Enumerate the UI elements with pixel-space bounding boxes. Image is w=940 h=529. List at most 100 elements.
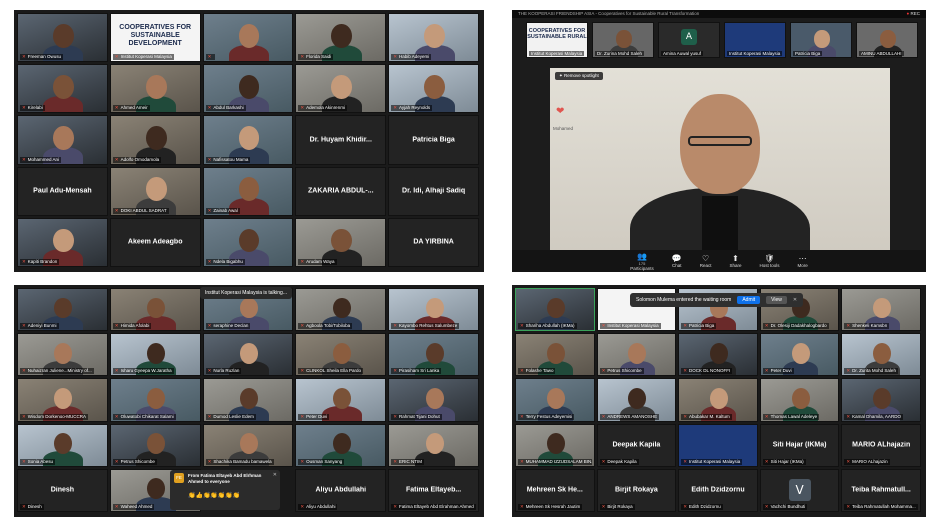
participant-tile[interactable]: ✕ Terry Festus Adeyemisi	[515, 378, 595, 422]
participant-tile[interactable]: ✕ ERIC NTIM	[388, 423, 479, 467]
chat-button[interactable]: 💬 Chat	[672, 254, 682, 268]
thumbnail-tile[interactable]: A Amina Auwal yusuf	[658, 22, 720, 58]
participant-tile[interactable]: ✕ Sonia Abesu	[17, 423, 108, 467]
participant-tile[interactable]: ZAKARIA ABDUL-...	[295, 166, 387, 216]
thumbnail-tile[interactable]: COOPERATIVES FOR SUSTAINABLE RURAL Instit…	[526, 22, 588, 58]
react-button[interactable]: ♡ React	[700, 254, 712, 268]
participant-tile[interactable]: ✕ MUHAMMAD IZZUDSALAM BIN...	[515, 423, 595, 467]
participant-tile[interactable]: ✕ Isharu Gyeepa W.Jaratha	[109, 333, 201, 377]
participant-tile[interactable]: ✕ Oluwatobi Chikarat Salami	[109, 378, 201, 422]
participant-tile[interactable]: Teiba Rahmatull... ✕ Teiba Rahmatullah Moh…	[841, 468, 921, 512]
participant-tile[interactable]: ✕ Ahmed Ameir	[109, 64, 201, 114]
participant-name: Isharu Gyeepa W.Jaratha	[120, 368, 172, 374]
participant-tile[interactable]: ✕ Thomas Lawal Adeleye	[759, 378, 840, 422]
participant-tile[interactable]: ✕ Florida Saidi	[295, 13, 387, 63]
close-chat-icon[interactable]: ✕	[273, 472, 277, 478]
participant-tile[interactable]: Akeem Adeagbo	[109, 217, 201, 267]
participant-tile[interactable]: DA YIRBINA	[388, 217, 479, 267]
participant-tile[interactable]: ✕ Shachika Bamadu bamawela	[202, 423, 294, 467]
participant-tile[interactable]: ✕ Kamal Dhamila, AARDO	[841, 378, 921, 422]
participant-name-tag: ✕ Dumod Leslie Edem	[205, 413, 256, 420]
participant-tile[interactable]: ✕ Ousman Sanyang	[295, 423, 387, 467]
participant-tile[interactable]: Aliyu Abdullahi ✕ Aliyu Abdullahi	[295, 468, 387, 512]
participant-tile[interactable]: ✕ Shenkeli Kamsbn	[841, 288, 921, 332]
participant-tile[interactable]: ✕ Pirasiham Sri Lanka	[388, 333, 479, 377]
participant-tile[interactable]: Patricia Biga	[388, 115, 479, 165]
participant-head	[332, 433, 351, 455]
host-tools-button[interactable]: 🛡 Host tools	[759, 254, 779, 268]
participant-tile[interactable]: ✕ Shariha Abdullah (IKMa)	[515, 288, 595, 332]
thumbnail-tile[interactable]: Institut Koperasi Malaysia	[724, 22, 786, 58]
admit-button[interactable]: Admit	[737, 296, 761, 304]
participant-tile[interactable]: ✕ Mohammed Ani	[17, 115, 108, 165]
participant-head	[814, 30, 830, 48]
recording-indicator[interactable]: ● REC	[907, 11, 921, 16]
thumbnail-tile[interactable]: AMINU ABDULLAHI	[856, 22, 918, 58]
participant-tile[interactable]: ✕ Nafissatou Mama	[202, 115, 294, 165]
participant-tile[interactable]: Siti Hajar (IKMa) ✕ Siti Hajar (IKMa)	[759, 423, 840, 467]
view-button[interactable]: View	[766, 296, 787, 304]
participant-tile[interactable]: ✕ Folashe Tawo	[515, 333, 595, 377]
mic-muted-icon: ✕	[114, 323, 119, 329]
participant-tile[interactable]: ✕ Himida Afolabi	[109, 288, 201, 332]
participant-tile[interactable]: ✕ Freeman Owusu	[17, 13, 108, 63]
participant-name: Freeman Owusu	[27, 54, 62, 60]
participant-tile[interactable]: ✕ CLINKOL Sheila Ella Pardo	[295, 333, 387, 377]
participant-tile[interactable]: ✕ Kapiti Brandon	[17, 217, 108, 267]
participant-tile[interactable]: ✕ Abubakar M. Kaltum	[678, 378, 758, 422]
remove-spotlight-button[interactable]: ✦ Remove spotlight	[555, 72, 603, 80]
participant-tile[interactable]: ✕ Wisdom Dorkenoo-MUCCRA	[17, 378, 108, 422]
thumbnail-tile[interactable]: Dr. Zurina Mohd Saleh	[592, 22, 654, 58]
participant-tile[interactable]: COOPERATIVES FOR SUSTAINABLE DEVELOPMENT…	[109, 13, 201, 63]
participant-tile[interactable]: ✕ Habib Adeyemi	[388, 13, 479, 63]
chat-notification[interactable]: FE From Fatima Eltayeb Abd Elrhman Ahmed…	[170, 470, 280, 510]
participant-tile[interactable]: ✕ Abdul Barkashi	[202, 64, 294, 114]
participant-tile[interactable]: ✕ Nuhaizran Juliene...Ministry of...	[17, 333, 108, 377]
participant-tile[interactable]: ✕ Adolfo Omodamola	[109, 115, 201, 165]
participant-tile[interactable]: ✕ Arudam Waya	[295, 217, 387, 267]
participant-tile[interactable]: ✕ Zainab Awal	[202, 166, 294, 216]
participant-tile[interactable]: Birjit Rokaya ✕ Birjit Rokaya	[596, 468, 677, 512]
participant-tile[interactable]: ✕ ANDREWS AMANOSHE	[596, 378, 677, 422]
participant-tile[interactable]: Fatima Eltayeb... ✕ Fatima Eltayeb Abd Elr…	[388, 468, 479, 512]
participant-tile[interactable]: ✕ Adeniyi Bunmi	[17, 288, 108, 332]
participant-tile[interactable]: Dinesh ✕ Dinesh	[17, 468, 108, 512]
mic-muted-icon: ✕	[846, 503, 851, 509]
participant-tile[interactable]: ✕ Nurla Ruzlan	[202, 333, 294, 377]
participant-tile[interactable]: ✕ Kirelabi	[17, 64, 108, 114]
mic-muted-icon: ✕	[300, 368, 305, 374]
more-button[interactable]: ⋯ More	[798, 254, 808, 268]
participant-tile[interactable]: ✕ Ayjah Reynolds	[388, 64, 479, 114]
participant-tile[interactable]: MARIO ALhajazin ✕ MARIO ALhajazin	[841, 423, 921, 467]
participant-tile[interactable]: Mehreen Sk He... ✕ Mehreen Sk Hesrah Jauti…	[515, 468, 595, 512]
participant-tile[interactable]: ✕ Ademola Akinrenmi	[295, 64, 387, 114]
participant-name: Peter Duvi	[306, 413, 328, 419]
participant-tile[interactable]: ✕ Ndela Bigabhu	[202, 217, 294, 267]
participant-tile[interactable]: Paul Adu-Mensah	[17, 166, 108, 216]
participant-name-tag: ✕ MUHAMMAD IZZUDSALAM BIN...	[518, 458, 593, 465]
participant-tile[interactable]: ✕ Petrus Shicombe	[596, 333, 677, 377]
participant-tile[interactable]: Dr. Huyam Khidir...	[295, 115, 387, 165]
share-button[interactable]: ⬆ Share	[729, 254, 741, 268]
participant-tile[interactable]: V ✕ Vachchi Bundhuti	[759, 468, 840, 512]
participant-tile[interactable]: ✕ Agboola Tobi/Tobiloba	[295, 288, 387, 332]
close-notification-icon[interactable]: ✕	[793, 297, 797, 303]
thumbnail-tile[interactable]: Patricia Biga	[790, 22, 852, 58]
participant-tile[interactable]: ✕	[202, 13, 294, 63]
participant-tile[interactable]: ✕ Petrus Shicombe	[109, 423, 201, 467]
participant-tile[interactable]: Dr. Idi, Alhaji Sadiq	[388, 166, 479, 216]
participant-tile[interactable]: ✕ Kayombo Rehtus Salumbeze	[388, 288, 479, 332]
participant-tile[interactable]: ✕ Peter Duvi	[295, 378, 387, 422]
participant-tile[interactable]: Deepak Kapila ✕ Deepak Kapila	[596, 423, 677, 467]
thumbnail-name-tag: Dr. Zurina Mohd Saleh	[595, 51, 645, 56]
participant-tile[interactable]: ✕ DOKI ABDUL SADRAT	[109, 166, 201, 216]
mic-muted-icon: ✕	[300, 258, 305, 264]
participant-tile[interactable]: ✕ Dr. Zurita Mohd Saleh	[841, 333, 921, 377]
participants-button[interactable]: 👥 175 Participants	[630, 252, 654, 271]
participant-tile[interactable]: ✕ Institut Koperasi Malaysia	[678, 423, 758, 467]
participant-tile[interactable]: ✕ Rahmat Tijani Dohut	[388, 378, 479, 422]
participant-tile[interactable]: ✕ Peter Duvi	[759, 333, 840, 377]
participant-tile[interactable]: ✕ Dumod Leslie Edem	[202, 378, 294, 422]
participant-tile[interactable]: Edith Dzidzornu ✕ Edith Dzidzornu	[678, 468, 758, 512]
participant-tile[interactable]: ✕ DOCK DL NONOFFI	[678, 333, 758, 377]
